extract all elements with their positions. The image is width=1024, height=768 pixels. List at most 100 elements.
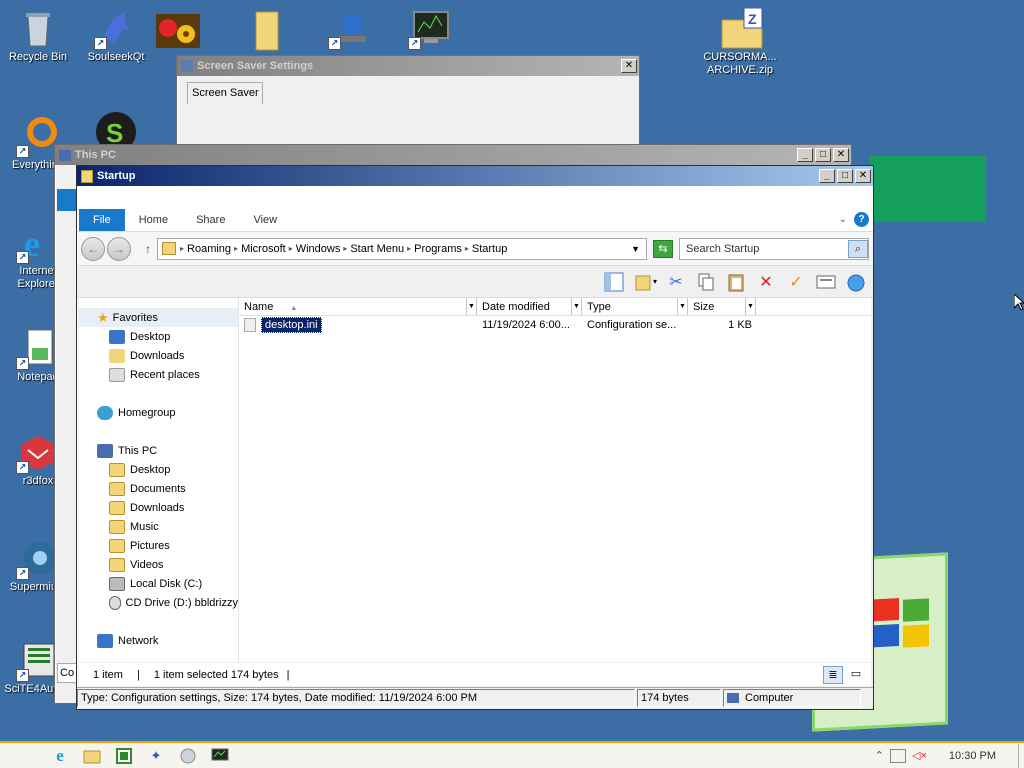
expand-ribbon-icon[interactable]: ⌄: [839, 214, 847, 225]
network-desktop-icon[interactable]: ↗: [312, 8, 388, 51]
tab-share[interactable]: Share: [182, 209, 239, 231]
rename-check-icon[interactable]: ✓: [785, 271, 807, 293]
nav-homegroup[interactable]: Homegroup: [79, 403, 238, 422]
column-dropdown-icon[interactable]: ▼: [677, 298, 687, 315]
nav-pc-videos[interactable]: Videos: [79, 555, 238, 574]
sphere-app-icon[interactable]: [179, 747, 197, 765]
breadcrumb-start-menu[interactable]: Start Menu: [350, 243, 404, 255]
ribbon-tabs: File Home Share View ⌄ ?: [77, 208, 873, 232]
column-date-modified[interactable]: Date modified ▼: [477, 298, 582, 315]
tab-screen-saver[interactable]: Screen Saver: [187, 82, 263, 104]
nav-pc-documents[interactable]: Documents: [79, 479, 238, 498]
large-icons-view-icon[interactable]: ▭: [847, 666, 865, 684]
close-button[interactable]: ✕: [621, 59, 637, 73]
breadcrumb-programs[interactable]: Programs: [414, 243, 462, 255]
nav-pc-local-disk[interactable]: Local Disk (C:): [79, 574, 238, 593]
close-button[interactable]: ✕: [833, 148, 849, 162]
layout-pane-icon[interactable]: [603, 271, 625, 293]
soulseekqt-desktop-icon[interactable]: ↗ SoulseekQt: [78, 8, 154, 64]
file-name[interactable]: desktop.ini: [261, 317, 322, 333]
startup-titlebar[interactable]: Startup _ □ ✕: [77, 166, 873, 186]
search-input[interactable]: Search Startup ⌕: [679, 237, 869, 260]
homegroup-icon: [97, 405, 113, 420]
file-type: Configuration se...: [587, 319, 677, 331]
archive-zip-desktop-icon[interactable]: Z CURSORMA... ARCHIVE.zip: [700, 7, 780, 77]
tab-home[interactable]: Home: [125, 209, 182, 231]
minimize-button[interactable]: _: [819, 169, 835, 183]
search-placeholder: Search Startup: [686, 242, 760, 255]
help-icon[interactable]: ?: [854, 212, 869, 227]
file-row[interactable]: desktop.ini 11/19/2024 6:00... Configura…: [239, 316, 871, 334]
network-tray-icon[interactable]: [890, 748, 907, 763]
show-desktop-button[interactable]: [1018, 743, 1024, 768]
column-type[interactable]: Type ▼: [582, 298, 688, 315]
startup-explorer-window[interactable]: Startup _ □ ✕ File Home Share View ⌄ ? ←…: [76, 165, 874, 710]
nav-fav-downloads[interactable]: Downloads: [79, 346, 238, 365]
nav-fav-recent[interactable]: Recent places: [79, 365, 238, 384]
column-name[interactable]: Name ▲ ▼: [239, 298, 477, 315]
up-arrow-icon[interactable]: ↑: [145, 242, 151, 256]
this-pc-titlebar[interactable]: This PC _ □ ✕: [55, 145, 851, 165]
tab-file[interactable]: File: [79, 209, 125, 231]
column-dropdown-icon[interactable]: ▼: [571, 298, 581, 315]
monitor-desktop-icon[interactable]: ↗: [392, 8, 468, 51]
folder-desktop-icon[interactable]: [230, 8, 306, 51]
tab-view[interactable]: View: [239, 209, 291, 231]
details-view-icon[interactable]: ≣: [823, 665, 843, 684]
nav-pc-desktop[interactable]: Desktop: [79, 460, 238, 479]
maximize-button[interactable]: □: [815, 148, 831, 162]
nav-network[interactable]: Network: [79, 631, 238, 650]
task-monitor-taskbar-icon[interactable]: [211, 747, 229, 765]
internet-explorer-icon[interactable]: e: [51, 746, 69, 765]
nav-pc-downloads[interactable]: Downloads: [79, 498, 238, 517]
screen-saver-settings-window[interactable]: Screen Saver Settings ✕ Screen Saver: [176, 55, 640, 155]
back-button[interactable]: ←: [81, 236, 105, 261]
search-icon[interactable]: ⌕: [848, 239, 868, 258]
breadcrumb-microsoft[interactable]: Microsoft: [241, 243, 286, 255]
options-blob-icon[interactable]: [845, 271, 867, 293]
views-menu-icon[interactable]: [633, 271, 655, 293]
breadcrumb-roaming[interactable]: Roaming: [187, 243, 231, 255]
nav-pc-cd-drive[interactable]: CD Drive (D:) bbldrizzy: [79, 593, 238, 612]
nav-favorites[interactable]: ★ Favorites: [79, 308, 238, 327]
volume-muted-icon[interactable]: ◁×: [912, 749, 927, 762]
forward-button[interactable]: →: [107, 236, 131, 261]
breadcrumb-windows[interactable]: Windows: [296, 243, 341, 255]
cut-icon[interactable]: ✂: [665, 271, 687, 293]
file-tab-partial[interactable]: [57, 189, 77, 211]
spreadsheet-app-icon[interactable]: [115, 747, 133, 765]
taskbar: e ✦ ⌃ ◁× 10:30 PM: [0, 741, 1024, 768]
views-dropdown-icon[interactable]: ▾: [653, 277, 657, 286]
bird-icon: ↗: [94, 8, 136, 50]
nav-pc-music[interactable]: Music: [79, 517, 238, 536]
file-list: Name ▲ ▼ Date modified ▼ Type ▼ Size ▼ deskt…: [239, 298, 871, 662]
refresh-icon[interactable]: ⇆: [653, 239, 673, 258]
screen-saver-titlebar[interactable]: Screen Saver Settings ✕: [177, 56, 639, 76]
column-dropdown-icon[interactable]: ▼: [745, 298, 755, 315]
zip-folder-icon: Z: [720, 7, 763, 49]
recycle-bin-desktop-icon[interactable]: Recycle Bin: [0, 8, 76, 64]
file-date: 11/19/2024 6:00...: [482, 319, 570, 331]
column-size[interactable]: Size ▼: [688, 298, 756, 315]
paste-icon[interactable]: [725, 271, 747, 293]
address-dropdown-icon[interactable]: ▼: [631, 244, 640, 254]
nav-pc-pictures[interactable]: Pictures: [79, 536, 238, 555]
show-hidden-icons-icon[interactable]: ⌃: [875, 749, 884, 762]
file-explorer-icon[interactable]: [83, 747, 101, 765]
copy-icon[interactable]: [695, 271, 717, 293]
close-button[interactable]: ✕: [855, 169, 871, 183]
properties-icon[interactable]: [815, 271, 837, 293]
delete-icon[interactable]: ✕: [755, 271, 777, 293]
status-size: 174 bytes: [637, 688, 721, 707]
maximize-button[interactable]: □: [837, 169, 853, 183]
nav-fav-desktop[interactable]: Desktop: [79, 327, 238, 346]
flowers-desktop-icon[interactable]: [156, 14, 200, 51]
nav-this-pc[interactable]: This PC: [79, 441, 238, 460]
minimize-button[interactable]: _: [797, 148, 813, 162]
column-dropdown-icon[interactable]: ▼: [466, 298, 476, 315]
breadcrumb-startup[interactable]: Startup: [472, 243, 507, 255]
flowers-image-icon: [156, 14, 200, 48]
clock[interactable]: 10:30 PM: [949, 750, 996, 762]
pin-app-icon[interactable]: ✦: [147, 747, 165, 765]
address-bar[interactable]: ▸ Roaming ▸ Microsoft ▸ Windows ▸ Start …: [157, 237, 647, 260]
